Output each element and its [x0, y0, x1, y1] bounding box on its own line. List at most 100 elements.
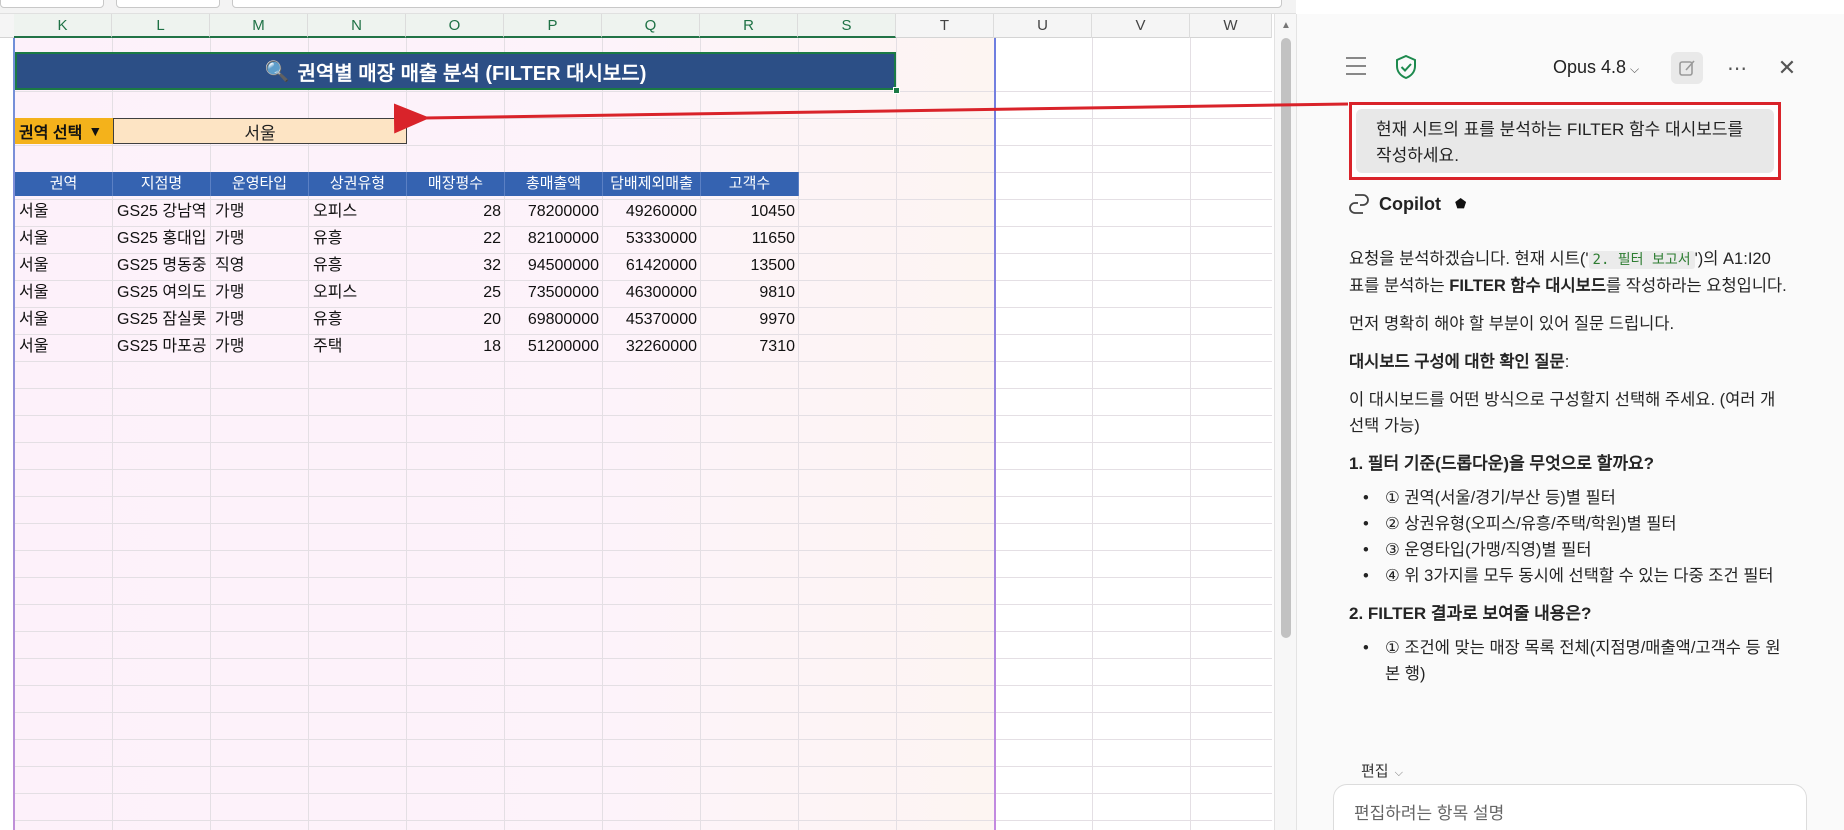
cell-customers[interactable]: 9810	[701, 280, 799, 306]
cell-sales-ex-tobacco[interactable]: 46300000	[603, 280, 701, 306]
column-header[interactable]: S	[798, 14, 896, 38]
cell-store[interactable]: GS25 명동중	[113, 253, 211, 279]
cell-store[interactable]: GS25 강남역	[113, 199, 211, 225]
column-header[interactable]: U	[994, 14, 1092, 38]
cell-region[interactable]: 서울	[15, 334, 113, 360]
cell-type[interactable]: 가맹	[211, 334, 309, 360]
cell-sales-ex-tobacco[interactable]: 32260000	[603, 334, 701, 360]
table-row[interactable]: 서울 GS25 여의도 가맹 오피스 25 73500000 46300000 …	[15, 280, 799, 306]
cell-district[interactable]: 유흥	[309, 253, 407, 279]
cell-region[interactable]: 서울	[15, 253, 113, 279]
formula-controls[interactable]	[116, 0, 220, 8]
cell-district[interactable]: 오피스	[309, 199, 407, 225]
spreadsheet-area[interactable]: K L M N O P Q R S T U V W 🔍 권역별 매장 매출 분석…	[0, 14, 1272, 830]
cell-customers[interactable]: 9970	[701, 307, 799, 333]
cell-sales-ex-tobacco[interactable]: 45370000	[603, 307, 701, 333]
close-icon[interactable]: ✕	[1773, 54, 1801, 82]
option-list: ① 조건에 맞는 매장 목록 전체(지점명/매출액/고객수 등 원본 행)	[1349, 635, 1789, 687]
app-window: K L M N O P Q R S T U V W 🔍 권역별 매장 매출 분석…	[0, 0, 1844, 830]
cell-sales[interactable]: 69800000	[505, 307, 603, 333]
cell-store[interactable]: GS25 여의도	[113, 280, 211, 306]
cell-area[interactable]: 20	[407, 307, 505, 333]
cell-district[interactable]: 오피스	[309, 280, 407, 306]
cell-region[interactable]: 서울	[15, 199, 113, 225]
column-header[interactable]: W	[1190, 14, 1272, 38]
column-header[interactable]: L	[112, 14, 210, 38]
cell-type[interactable]: 가맹	[211, 226, 309, 252]
cell-sales[interactable]: 94500000	[505, 253, 603, 279]
region-select-cell[interactable]: 서울	[113, 118, 407, 144]
cell-district[interactable]: 주택	[309, 334, 407, 360]
column-header[interactable]: Q	[602, 14, 700, 38]
vertical-scrollbar[interactable]: ▲	[1274, 14, 1296, 830]
cell-sales[interactable]: 73500000	[505, 280, 603, 306]
cell-store[interactable]: GS25 홍대입	[113, 226, 211, 252]
column-header[interactable]: T	[896, 14, 994, 38]
column-header[interactable]: R	[700, 14, 798, 38]
cell-area[interactable]: 25	[407, 280, 505, 306]
shield-check-icon[interactable]	[1393, 54, 1419, 80]
cell-region[interactable]: 서울	[15, 226, 113, 252]
cell-sales-ex-tobacco[interactable]: 49260000	[603, 199, 701, 225]
cell-customers[interactable]: 7310	[701, 334, 799, 360]
cell-district[interactable]: 유흥	[309, 226, 407, 252]
more-icon[interactable]: ⋯	[1723, 54, 1751, 82]
column-header[interactable]: N	[308, 14, 406, 38]
cell-area[interactable]: 22	[407, 226, 505, 252]
fill-handle[interactable]	[893, 87, 900, 94]
cell-sales-ex-tobacco[interactable]: 61420000	[603, 253, 701, 279]
cell-region[interactable]: 서울	[15, 280, 113, 306]
cell-type[interactable]: 가맹	[211, 280, 309, 306]
cell-type[interactable]: 가맹	[211, 199, 309, 225]
scroll-up-icon[interactable]: ▲	[1281, 20, 1291, 31]
edit-label: 편집	[1361, 763, 1389, 780]
name-box[interactable]	[0, 0, 104, 8]
cell-sales[interactable]: 78200000	[505, 199, 603, 225]
scroll-thumb[interactable]	[1281, 38, 1291, 638]
cell-grid[interactable]: 🔍 권역별 매장 매출 분석 (FILTER 대시보드) 권역 선택 ▼ 서울 …	[0, 38, 1272, 830]
cell-area[interactable]: 32	[407, 253, 505, 279]
cell-type[interactable]: 가맹	[211, 307, 309, 333]
option-list: ① 권역(서울/경기/부산 등)별 필터 ② 상권유형(오피스/유흥/주택/학원…	[1349, 485, 1789, 589]
range-boundary-line	[994, 38, 996, 830]
cell-sales[interactable]: 82100000	[505, 226, 603, 252]
response-paragraph: 요청을 분석하겠습니다. 현재 시트(' 2. 필터 보고서 ')의 A1:I20 …	[1349, 250, 1787, 295]
formula-bar[interactable]	[232, 0, 1282, 8]
table-row[interactable]: 서울 GS25 홍대입 가맹 유흥 22 82100000 53330000 1…	[15, 226, 799, 252]
cell-store[interactable]: GS25 마포공	[113, 334, 211, 360]
cell-area[interactable]: 18	[407, 334, 505, 360]
cell-sales[interactable]: 51200000	[505, 334, 603, 360]
column-header[interactable]: P	[504, 14, 602, 38]
user-message-highlight: 현재 시트의 표를 분석하는 FILTER 함수 대시보드를 작성하세요.	[1349, 102, 1781, 180]
column-header[interactable]: K	[14, 14, 112, 38]
table-row[interactable]: 서울 GS25 마포공 가맹 주택 18 51200000 32260000 7…	[15, 334, 799, 360]
column-header[interactable]: M	[210, 14, 308, 38]
dropdown-arrow-icon[interactable]: ▼	[88, 123, 102, 139]
table-row[interactable]: 서울 GS25 잠실롯 가맹 유흥 20 69800000 45370000 9…	[15, 307, 799, 333]
cell-customers[interactable]: 11650	[701, 226, 799, 252]
option-item: ③ 운영타입(가맹/직영)별 필터	[1349, 537, 1789, 563]
edit-mode-selector[interactable]: 편집 ⌵	[1361, 760, 1403, 781]
new-chat-icon[interactable]	[1671, 52, 1703, 84]
assistant-response: 요청을 분석하겠습니다. 현재 시트(' 2. 필터 보고서 ')의 A1:I20 …	[1349, 246, 1789, 699]
cell-region[interactable]: 서울	[15, 307, 113, 333]
cell-customers[interactable]: 10450	[701, 199, 799, 225]
table-header-cell: 총매출액	[505, 172, 603, 196]
table-header-cell: 운영타입	[211, 172, 309, 196]
column-header[interactable]: O	[406, 14, 504, 38]
cell-customers[interactable]: 13500	[701, 253, 799, 279]
region-select-label: 권역 선택 ▼	[15, 118, 113, 144]
cell-store[interactable]: GS25 잠실롯	[113, 307, 211, 333]
model-picker[interactable]: Opus 4.8 ⌵	[1553, 57, 1639, 78]
table-row[interactable]: 서울 GS25 명동중 직영 유흥 32 94500000 61420000 1…	[15, 253, 799, 279]
cell-district[interactable]: 유흥	[309, 307, 407, 333]
cell-sales-ex-tobacco[interactable]: 53330000	[603, 226, 701, 252]
table-row[interactable]: 서울 GS25 강남역 가맹 오피스 28 78200000 49260000 …	[15, 199, 799, 225]
hamburger-icon[interactable]	[1343, 54, 1369, 78]
dashboard-title-banner[interactable]: 🔍 권역별 매장 매출 분석 (FILTER 대시보드)	[15, 52, 896, 90]
cell-type[interactable]: 직영	[211, 253, 309, 279]
cell-area[interactable]: 28	[407, 199, 505, 225]
prompt-input[interactable]: 편집하려는 항목 설명	[1333, 784, 1807, 830]
table-header-cell: 매장평수	[407, 172, 505, 196]
column-header[interactable]: V	[1092, 14, 1190, 38]
